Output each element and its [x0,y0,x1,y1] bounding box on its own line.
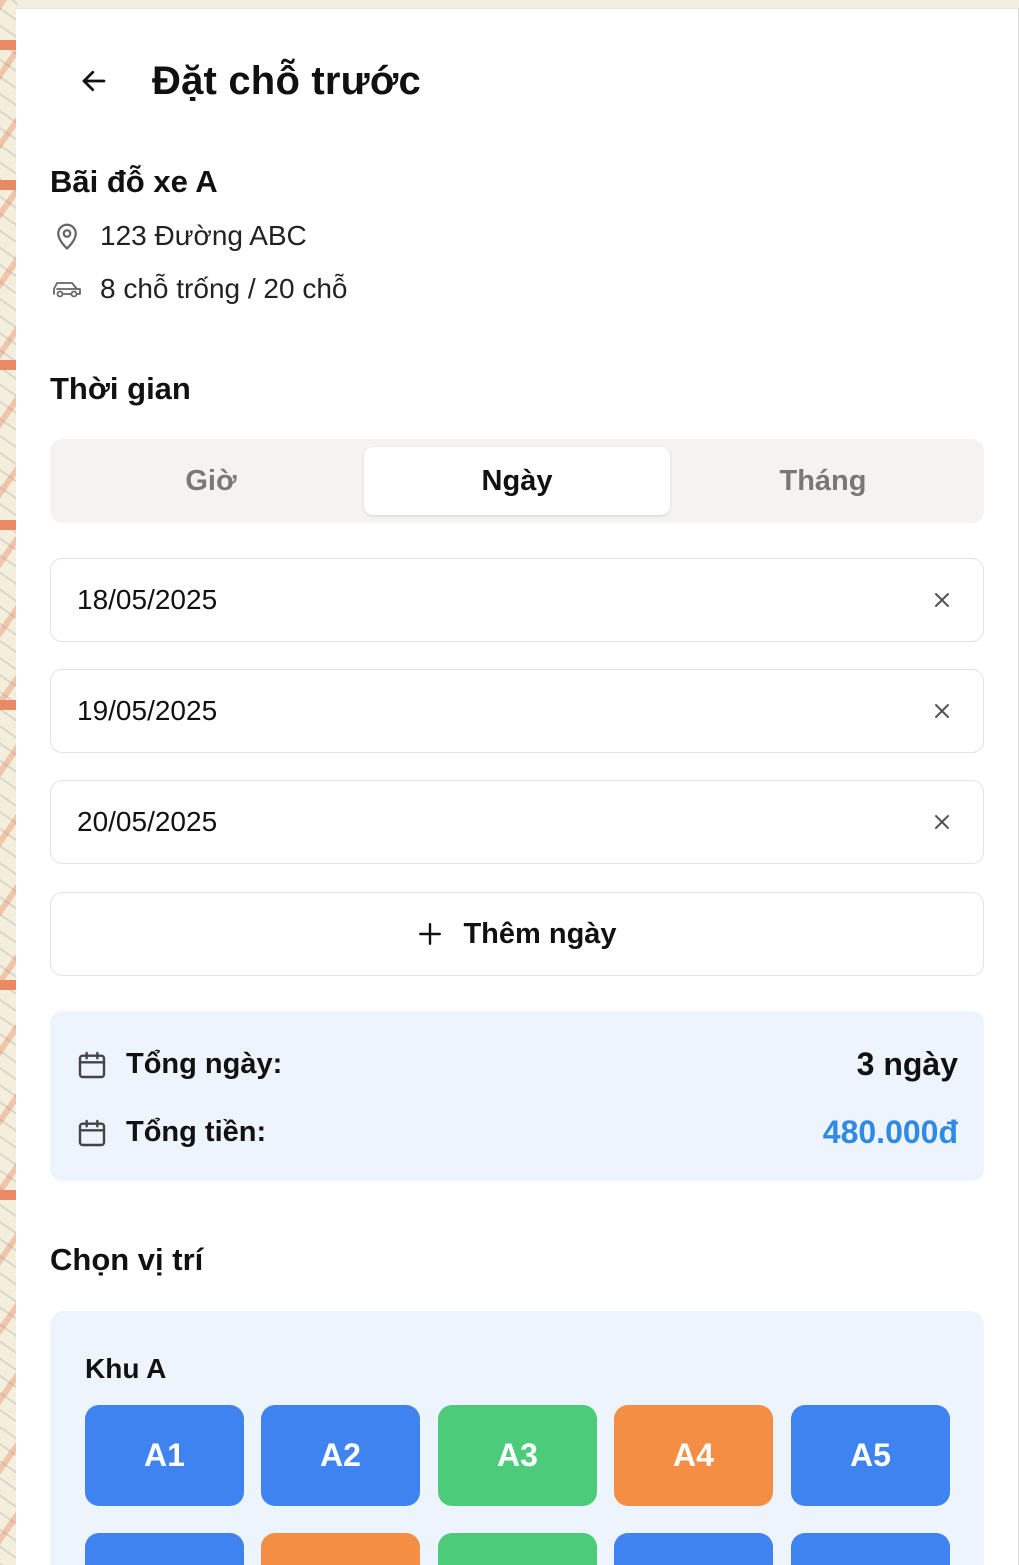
date-value: 20/05/2025 [77,806,218,837]
zone-a-panel: Khu A A1 A2 A3 A4 A5 [50,1311,984,1565]
parking-slot[interactable] [438,1533,597,1565]
parking-slot[interactable] [614,1533,773,1565]
car-icon [50,272,84,306]
slot-a5[interactable]: A5 [791,1405,950,1506]
calendar-icon [76,1049,108,1081]
total-days-label: Tổng ngày: [126,1048,283,1080]
calendar-icon [76,1117,108,1149]
zone-title: Khu A [85,1353,167,1384]
header: Đặt chỗ trước [16,9,1018,159]
close-icon[interactable] [927,696,957,726]
date-value: 18/05/2025 [77,584,218,615]
add-day-button[interactable]: Thêm ngày [50,892,984,976]
parking-slot[interactable] [791,1533,950,1565]
slot-a4[interactable]: A4 [614,1405,773,1506]
tab-month[interactable]: Tháng [670,447,976,515]
duration-type-tabs: Giờ Ngày Tháng [50,439,984,523]
close-icon[interactable] [927,807,957,837]
page-title: Đặt chỗ trước [152,59,421,103]
back-button[interactable] [72,61,116,105]
address-text: 123 Đường ABC [100,220,307,251]
total-price-label: Tổng tiền: [126,1116,267,1148]
slot-a3[interactable]: A3 [438,1405,597,1506]
parking-slot[interactable] [85,1533,244,1565]
slot-a2[interactable]: A2 [261,1405,420,1506]
close-icon[interactable] [927,585,957,615]
address-row: 123 Đường ABC [50,219,307,253]
date-field[interactable]: 19/05/2025 [50,669,984,753]
total-days-value: 3 ngày [856,1046,958,1082]
total-days-row: Tổng ngày: 3 ngày [76,1046,958,1083]
position-section-title: Chọn vị trí [50,1242,204,1277]
availability-row: 8 chỗ trống / 20 chỗ [50,272,348,306]
slot-a1[interactable]: A1 [85,1405,244,1506]
total-price-row: Tổng tiền: 480.000đ [76,1114,958,1151]
date-field[interactable]: 18/05/2025 [50,558,984,642]
booking-sheet: Đặt chỗ trước Bãi đỗ xe A 123 Đường ABC … [16,8,1019,1565]
booking-summary: Tổng ngày: 3 ngày Tổng tiền: 480.000đ [50,1011,984,1181]
parking-slot[interactable] [261,1533,420,1565]
tab-hour[interactable]: Giờ [58,447,364,515]
plus-icon [417,921,443,947]
arrow-left-icon [79,66,109,101]
date-value: 19/05/2025 [77,695,218,726]
parking-lot-name: Bãi đỗ xe A [50,164,218,199]
location-pin-icon [50,219,84,253]
date-field[interactable]: 20/05/2025 [50,780,984,864]
total-price-value: 480.000đ [822,1114,958,1150]
add-day-label: Thêm ngày [463,917,617,950]
time-section-title: Thời gian [50,371,191,406]
tab-day[interactable]: Ngày [364,447,670,515]
availability-text: 8 chỗ trống / 20 chỗ [100,273,348,304]
